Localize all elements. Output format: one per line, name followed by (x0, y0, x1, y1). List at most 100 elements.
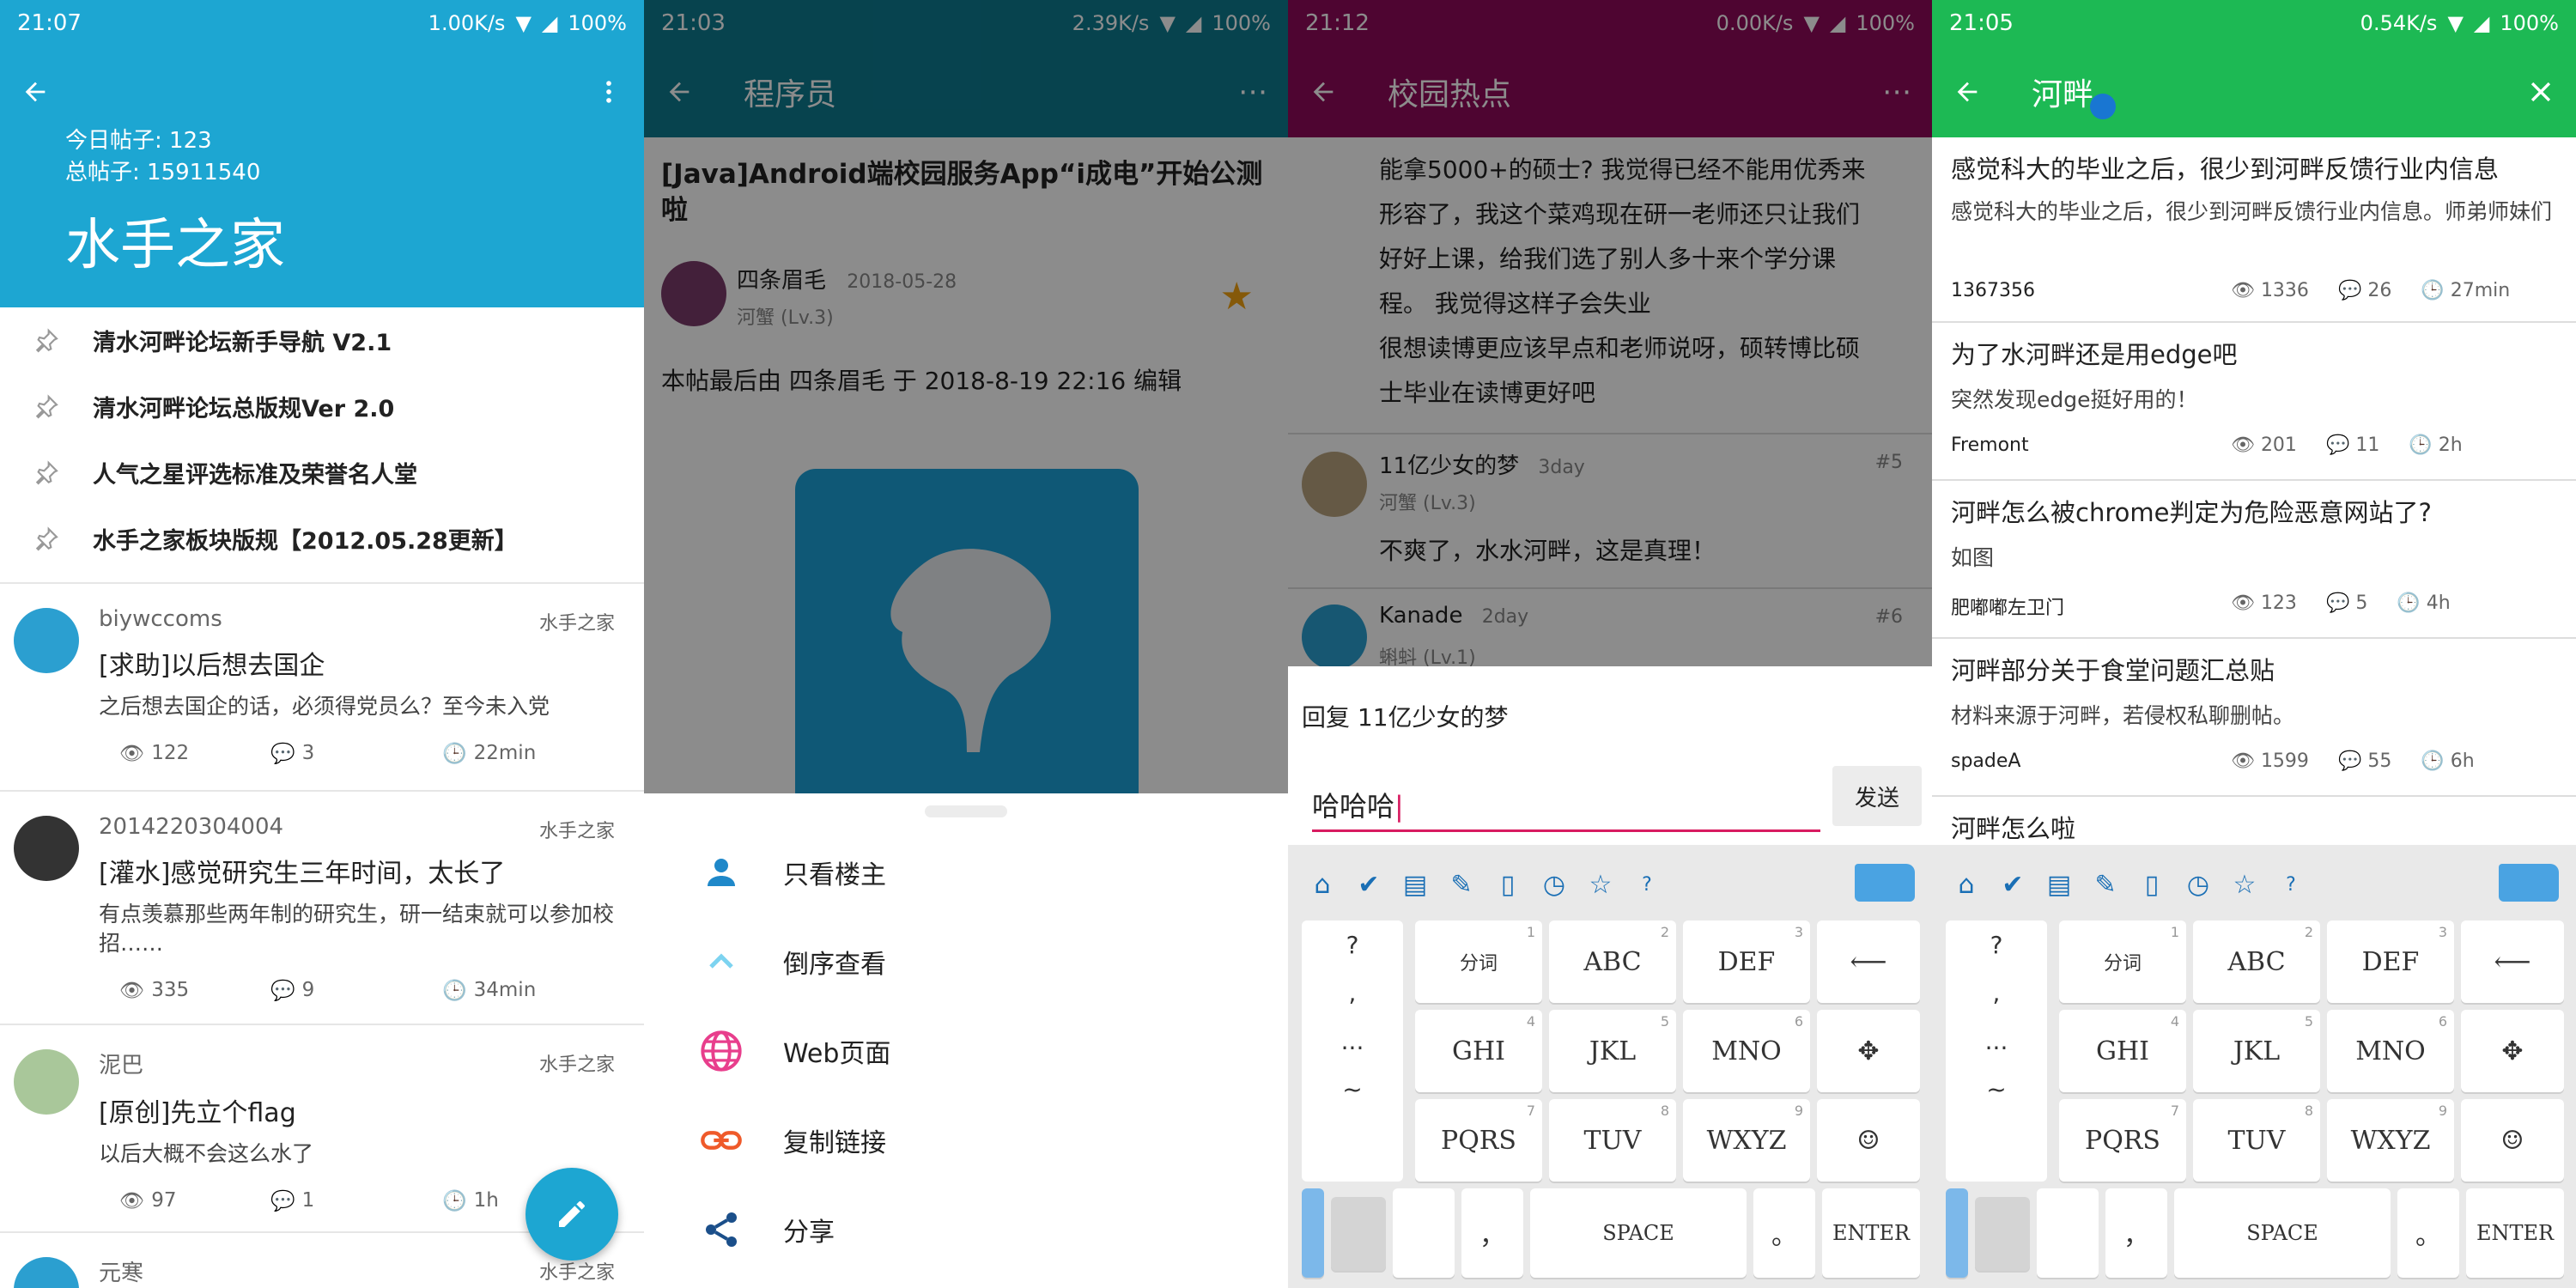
keyboard-icon[interactable]: ▤ (1398, 867, 1432, 902)
reply-input[interactable]: 哈哈哈| (1312, 785, 1820, 832)
reply-user[interactable]: 11亿少女的梦 3day (1379, 448, 1585, 480)
backspace-key[interactable]: ⟵ (2461, 920, 2564, 1003)
pinned-item[interactable]: 人气之星评选标准及荣誉名人堂 (0, 440, 644, 506)
result-item[interactable]: 河畔怎么被chrome判定为危险恶意网站了? 如图 肥嘟嘟左卫门 👁 123 💬… (1932, 481, 2576, 639)
key-2[interactable]: ABC 2 (1549, 920, 1676, 1003)
space-key[interactable]: SPACE (1530, 1188, 1747, 1278)
result-item[interactable]: 感觉科大的毕业之后，很少到河畔反馈行业内信息 感觉科大的毕业之后，很少到河畔反馈… (1932, 137, 2576, 323)
key-6[interactable]: MNO 6 (1683, 1010, 1810, 1092)
key-4[interactable]: GHI 4 (2059, 1010, 2186, 1092)
keyboard-collapse-button[interactable] (1855, 864, 1915, 902)
pinned-item[interactable]: 清水河畔论坛总版规Ver 2.0 (0, 374, 644, 440)
sheet-item-share[interactable]: 分享 (644, 1185, 1288, 1274)
result-user[interactable]: 1367356 (1951, 280, 2035, 301)
key-1[interactable]: 分词 1 (1415, 920, 1542, 1003)
sheet-item-only-op[interactable]: 只看楼主 (644, 828, 1288, 917)
avatar[interactable] (14, 1049, 79, 1115)
pinned-item[interactable]: 清水河畔论坛新手导航 V2.1 (0, 307, 644, 374)
period-key[interactable]: 。 (1753, 1188, 1815, 1278)
key-8[interactable]: TUV 8 (2193, 1099, 2320, 1182)
reply-user[interactable]: Kanade 2day (1379, 603, 1528, 629)
avatar[interactable] (14, 1257, 79, 1288)
post-item[interactable]: 2014220304004 水手之家 [灌水]感觉研究生三年时间，太长了 有点羡… (0, 790, 644, 1024)
clipboard-icon[interactable]: ▯ (1491, 867, 1525, 902)
numbers-key[interactable] (1393, 1188, 1455, 1278)
key-5[interactable]: JKL 5 (1549, 1010, 1676, 1092)
key-9[interactable]: WXYZ 9 (1683, 1099, 1810, 1182)
shift-key[interactable] (1946, 1188, 1968, 1278)
check-circle-icon[interactable]: ✔ (1996, 867, 2030, 902)
enter-key[interactable]: ENTER (1822, 1188, 1920, 1278)
period-key[interactable]: 。 (2397, 1188, 2459, 1278)
sheet-item-copy-link[interactable]: 复制链接 (644, 1096, 1288, 1185)
back-arrow-icon[interactable] (1953, 77, 1982, 106)
symbol-column[interactable]: ?,... ~ (1946, 920, 2047, 1182)
avatar[interactable] (14, 608, 79, 673)
clock-icon[interactable]: ◷ (1537, 867, 1571, 902)
key-7[interactable]: PQRS 7 (2059, 1099, 2186, 1182)
close-icon[interactable] (2526, 77, 2555, 106)
space-key[interactable]: SPACE (2174, 1188, 2391, 1278)
mode-key[interactable] (1331, 1197, 1386, 1271)
avatar[interactable] (1302, 605, 1367, 666)
sheet-item-reverse[interactable]: 倒序查看 (644, 917, 1288, 1006)
keyboard-icon[interactable]: ▤ (2042, 867, 2076, 902)
mode-key[interactable] (1975, 1197, 2030, 1271)
reply-item[interactable]: 11亿少女的梦 3day #5 河蟹 (Lv.3) 不爽了，水水河畔，这是真理！ (1288, 433, 1932, 587)
key-8[interactable]: TUV 8 (1549, 1099, 1676, 1182)
result-user[interactable]: Fremont (1951, 434, 2029, 456)
back-arrow-icon[interactable] (1309, 77, 1338, 106)
cursor-move-key[interactable]: ✥ (1817, 1010, 1920, 1092)
home-icon[interactable]: ⌂ (1305, 867, 1340, 902)
edit-tool-icon[interactable]: ✎ (2088, 867, 2123, 902)
result-item[interactable]: 河畔怎么啦 (1932, 797, 2576, 848)
post-item[interactable]: biywccoms 水手之家 [求助]以后想去国企 之后想去国企的话，必须得党员… (0, 582, 644, 790)
help-icon[interactable]: ? (1630, 867, 1664, 902)
shift-key[interactable] (1302, 1188, 1324, 1278)
symbol-column[interactable]: ?,... ~ (1302, 920, 1403, 1182)
enter-key[interactable]: ENTER (2466, 1188, 2564, 1278)
key-3[interactable]: DEF 3 (1683, 920, 1810, 1003)
avatar[interactable] (661, 261, 726, 326)
key-2[interactable]: ABC 2 (2193, 920, 2320, 1003)
result-item[interactable]: 河畔部分关于食堂问题汇总贴 材料来源于河畔，若侵权私聊删帖。 spadeA 👁 … (1932, 639, 2576, 797)
more-horiz-icon[interactable]: ⋯ (1238, 75, 1267, 109)
more-horiz-icon[interactable]: ⋯ (1882, 75, 1911, 109)
more-vert-icon[interactable] (594, 77, 623, 106)
clipboard-icon[interactable]: ▯ (2135, 867, 2169, 902)
avatar[interactable] (1302, 452, 1367, 517)
keyboard-collapse-button[interactable] (2499, 864, 2559, 902)
pinned-item[interactable]: 水手之家板块版规【2012.05.28更新】 (0, 506, 644, 572)
back-arrow-icon[interactable] (665, 77, 694, 106)
key-5[interactable]: JKL 5 (2193, 1010, 2320, 1092)
key-9[interactable]: WXYZ 9 (2327, 1099, 2454, 1182)
edit-tool-icon[interactable]: ✎ (1444, 867, 1479, 902)
sheet-item-web[interactable]: Web页面 (644, 1006, 1288, 1096)
compose-fab[interactable] (526, 1168, 618, 1261)
result-user[interactable]: 肥嘟嘟左卫门 (1951, 592, 2064, 620)
sheet-handle[interactable] (925, 805, 1007, 817)
comma-key[interactable]: ， (1461, 1188, 1523, 1278)
author-name[interactable]: 四条眉毛 2018-05-28 (737, 263, 957, 295)
key-7[interactable]: PQRS 7 (1415, 1099, 1542, 1182)
comma-key[interactable]: ， (2105, 1188, 2167, 1278)
star-icon[interactable]: ★ (1220, 275, 1254, 319)
key-4[interactable]: GHI 4 (1415, 1010, 1542, 1092)
check-circle-icon[interactable]: ✔ (1352, 867, 1386, 902)
star-icon[interactable]: ☆ (2227, 867, 2262, 902)
clock-icon[interactable]: ◷ (2181, 867, 2215, 902)
home-icon[interactable]: ⌂ (1949, 867, 1984, 902)
text-cursor-handle[interactable] (2090, 94, 2116, 119)
avatar[interactable] (14, 816, 79, 881)
star-icon[interactable]: ☆ (1583, 867, 1618, 902)
search-input[interactable]: 河畔 (2032, 70, 2526, 119)
reply-item[interactable]: Kanade 2day #6 蝌蚪 (Lv.1) (1288, 587, 1932, 666)
key-3[interactable]: DEF 3 (2327, 920, 2454, 1003)
backspace-key[interactable]: ⟵ (1817, 920, 1920, 1003)
numbers-key[interactable] (2037, 1188, 2099, 1278)
emoji-key[interactable]: ☺ (2461, 1099, 2564, 1182)
cursor-move-key[interactable]: ✥ (2461, 1010, 2564, 1092)
back-arrow-icon[interactable] (21, 77, 50, 106)
emoji-key[interactable]: ☺ (1817, 1099, 1920, 1182)
send-button[interactable]: 发送 (1832, 766, 1922, 826)
